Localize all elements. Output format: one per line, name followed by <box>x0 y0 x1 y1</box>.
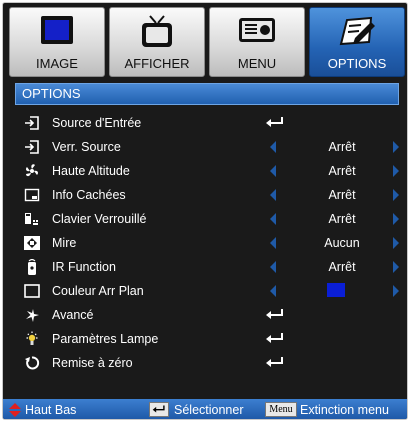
enter-icon <box>266 357 283 367</box>
menu-item-avance[interactable]: Avancé <box>15 303 399 327</box>
enter-icon <box>266 309 283 319</box>
tab-menu[interactable]: MENU <box>209 7 305 77</box>
monitor-icon <box>41 16 73 44</box>
menu-item-parametres-lampe[interactable]: Paramètres Lampe <box>15 327 399 351</box>
left-arrow-icon[interactable] <box>270 213 276 225</box>
lamp-icon <box>26 331 38 345</box>
reset-icon <box>25 356 40 370</box>
menu-item-label: Couleur Arr Plan <box>52 284 144 298</box>
tab-image[interactable]: IMAGE <box>9 7 105 77</box>
menu-item-mire[interactable]: Mire Aucun <box>15 231 399 255</box>
background-color-icon <box>24 284 40 298</box>
tab-label: IMAGE <box>36 56 78 71</box>
enter-key-icon <box>149 402 169 417</box>
menu-item-label: Info Cachées <box>52 188 126 202</box>
menu-panel-icon <box>239 18 275 42</box>
tab-label: MENU <box>237 56 277 71</box>
page-title: OPTIONS <box>15 83 399 105</box>
right-arrow-icon[interactable] <box>393 189 399 201</box>
left-arrow-icon[interactable] <box>270 237 276 249</box>
options-menu-list: Source d'Entrée Verr. Source Arrêt Haute… <box>15 111 399 375</box>
menu-item-value: Arrêt <box>328 188 356 202</box>
menu-key-icon: Menu <box>265 402 297 417</box>
menu-item-label: Clavier Verrouillé <box>52 212 147 226</box>
menu-item-value: Arrêt <box>328 212 356 226</box>
menu-item-label: Remise à zéro <box>52 356 133 370</box>
source-lock-icon <box>25 140 39 154</box>
tv-icon <box>142 15 172 47</box>
keypad-lock-icon <box>25 213 38 225</box>
tab-label: OPTIONS <box>327 56 387 71</box>
test-pattern-icon <box>24 236 40 250</box>
menu-item-value: Arrêt <box>328 164 356 178</box>
menu-item-label: Source d'Entrée <box>52 116 142 130</box>
menu-item-clavier-verrouille[interactable]: Clavier Verrouillé Arrêt <box>15 207 399 231</box>
left-arrow-icon[interactable] <box>270 189 276 201</box>
left-arrow-icon[interactable] <box>270 285 276 297</box>
help-exit-label: Extinction menu <box>300 403 389 417</box>
tab-bar: IMAGE AFFICHER MENU OPTIONS <box>9 7 405 77</box>
right-arrow-icon[interactable] <box>393 141 399 153</box>
info-hide-icon <box>24 188 40 202</box>
menu-item-value: Arrêt <box>328 260 356 274</box>
help-nav-label: Haut Bas <box>25 403 77 417</box>
help-select-label: Sélectionner <box>174 403 244 417</box>
right-arrow-icon[interactable] <box>393 285 399 297</box>
options-pen-icon <box>339 16 375 46</box>
advanced-star-icon <box>26 309 39 322</box>
menu-item-remise-a-zero[interactable]: Remise à zéro <box>15 351 399 375</box>
menu-item-value: Arrêt <box>328 140 356 154</box>
menu-item-info-cachees[interactable]: Info Cachées Arrêt <box>15 183 399 207</box>
menu-item-source-entree[interactable]: Source d'Entrée <box>15 111 399 135</box>
tab-label: AFFICHER <box>124 56 190 71</box>
right-arrow-icon[interactable] <box>393 261 399 273</box>
menu-item-verr-source[interactable]: Verr. Source Arrêt <box>15 135 399 159</box>
left-arrow-icon[interactable] <box>270 261 276 273</box>
color-swatch <box>327 283 345 297</box>
tab-options[interactable]: OPTIONS <box>309 7 405 77</box>
enter-icon <box>266 117 283 127</box>
remote-icon <box>28 259 36 275</box>
menu-item-couleur-arr-plan[interactable]: Couleur Arr Plan <box>15 279 399 303</box>
projector-osd-window: IMAGE AFFICHER MENU OPTIONS OPTIONS Sour… <box>2 2 408 420</box>
right-arrow-icon[interactable] <box>393 237 399 249</box>
menu-item-label: Paramètres Lampe <box>52 332 159 346</box>
input-source-icon <box>25 116 39 130</box>
menu-item-label: IR Function <box>52 260 116 274</box>
menu-item-label: Mire <box>52 236 77 250</box>
left-arrow-icon[interactable] <box>270 141 276 153</box>
menu-item-ir-function[interactable]: IR Function Arrêt <box>15 255 399 279</box>
left-arrow-icon[interactable] <box>270 165 276 177</box>
right-arrow-icon[interactable] <box>393 213 399 225</box>
right-arrow-icon[interactable] <box>393 165 399 177</box>
menu-item-label: Haute Altitude <box>52 164 130 178</box>
enter-icon <box>266 333 283 343</box>
up-down-arrow-icon <box>9 403 21 417</box>
fan-icon <box>26 164 38 177</box>
menu-item-label: Verr. Source <box>52 140 121 154</box>
help-bar: Haut Bas Sélectionner Menu Extinction me… <box>3 399 407 419</box>
menu-item-label: Avancé <box>52 308 94 322</box>
menu-item-haute-altitude[interactable]: Haute Altitude Arrêt <box>15 159 399 183</box>
tab-afficher[interactable]: AFFICHER <box>109 7 205 77</box>
menu-item-value: Aucun <box>324 236 360 250</box>
